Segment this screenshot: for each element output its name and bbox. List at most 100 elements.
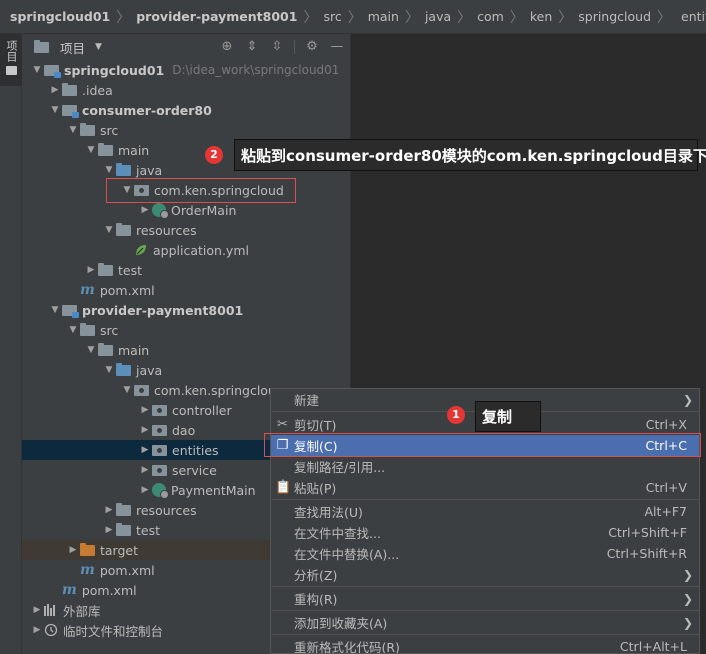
menu-divider <box>272 499 699 500</box>
chevron-right-icon[interactable]: ▶ <box>138 405 152 415</box>
tree-item-label: application.yml <box>153 242 249 258</box>
tree-item-provider-main[interactable]: ▼ main <box>22 340 351 360</box>
chevron-down-icon[interactable]: ▼ <box>84 345 98 355</box>
module-folder-icon <box>44 64 61 78</box>
menu-item-label: 在文件中查找... <box>294 526 381 541</box>
step-1-badge: 1 <box>447 406 465 424</box>
chevron-down-icon[interactable]: ▼ <box>102 165 116 175</box>
breadcrumb-item-src[interactable]: src <box>323 9 341 24</box>
chevron-right-icon[interactable]: ▶ <box>138 205 152 215</box>
menu-divider <box>272 634 699 635</box>
chevron-right-icon[interactable]: ▶ <box>66 545 80 555</box>
menu-item-find-usages[interactable]: 查找用法(U) Alt+F7 <box>271 501 699 522</box>
copy-item-highlight <box>264 433 701 457</box>
menu-item-label: 查找用法(U) <box>294 505 363 520</box>
tree-item-consumer-resources[interactable]: ▼ resources <box>22 220 351 240</box>
tree-item-label: java <box>136 162 163 178</box>
chevron-down-icon[interactable]: ▼ <box>120 385 134 395</box>
chevron-down-icon[interactable]: ▼ <box>48 105 62 115</box>
locate-icon[interactable]: ⊕ <box>219 39 235 55</box>
breadcrumb-item-com[interactable]: com <box>477 9 504 24</box>
breadcrumb-item-springcloud[interactable]: springcloud <box>578 9 651 24</box>
chevron-right-icon[interactable]: ▶ <box>102 525 116 535</box>
chevron-down-icon[interactable]: ▼ <box>102 365 116 375</box>
tree-item-label: consumer-order80 <box>82 102 212 118</box>
chevron-right-icon[interactable]: ▶ <box>138 425 152 435</box>
collapse-all-icon[interactable]: ⇳ <box>269 39 285 55</box>
gear-icon[interactable]: ⚙ <box>304 39 320 55</box>
chevron-down-icon[interactable]: ▼ <box>84 145 98 155</box>
submenu-arrow-icon: ❯ <box>682 567 693 582</box>
menu-item-find-in-files[interactable]: 在文件中查找... Ctrl+Shift+F <box>271 522 699 543</box>
chevron-right-icon[interactable]: ▶ <box>84 265 98 275</box>
project-view-selector[interactable]: 项目 <box>60 38 85 57</box>
submenu-arrow-icon: ❯ <box>682 392 693 407</box>
chevron-right-icon[interactable]: ▶ <box>102 505 116 515</box>
chevron-down-icon[interactable]: ▼ <box>48 305 62 315</box>
package-icon <box>152 404 167 416</box>
tree-item-label: OrderMain <box>171 202 237 218</box>
menu-item-add-to-favorites[interactable]: 添加到收藏夹(A) ❯ <box>271 612 699 633</box>
menu-item-label: 粘贴(P) <box>294 481 337 496</box>
tree-item-consumer-src[interactable]: ▼ src <box>22 120 351 140</box>
spring-config-icon <box>136 245 146 255</box>
breadcrumb-item-ken[interactable]: ken <box>530 9 552 24</box>
excluded-folder-icon <box>80 542 95 556</box>
chevron-down-icon[interactable]: ▼ <box>66 125 80 135</box>
breadcrumb-item-entities[interactable]: entities <box>681 9 706 24</box>
menu-item-reformat-code[interactable]: 重新格式化代码(R) Ctrl+Alt+L <box>271 636 699 654</box>
chevron-down-icon[interactable]: ▼ <box>102 225 116 235</box>
caret-down-icon[interactable]: ▼ <box>95 42 102 52</box>
tree-item-consumer-test[interactable]: ▶ test <box>22 260 351 280</box>
tree-item-label: provider-payment8001 <box>82 302 244 318</box>
tree-item-springcloud01[interactable]: ▼ springcloud01 D:\idea_work\springcloud… <box>22 60 351 80</box>
chevron-right-icon[interactable]: ▶ <box>30 605 44 615</box>
expand-all-icon[interactable]: ⇕ <box>244 39 260 55</box>
menu-item-label: 重新格式化代码(R) <box>294 640 400 654</box>
menu-item-analyze[interactable]: 分析(Z) ❯ <box>271 564 699 585</box>
tree-item-label: entities <box>172 442 219 458</box>
tree-item-label: pom.xml <box>81 582 137 598</box>
breadcrumb-item-provider-payment8001[interactable]: provider-payment8001 <box>136 9 297 24</box>
menu-item-replace-in-files[interactable]: 在文件中替换(A)... Ctrl+Shift+R <box>271 543 699 564</box>
chevron-down-icon[interactable]: ▼ <box>30 65 44 75</box>
package-icon <box>152 444 167 456</box>
chevron-right-icon[interactable]: ▶ <box>48 85 62 95</box>
hide-icon[interactable]: — <box>329 39 345 55</box>
tree-item-target[interactable]: ▶ target <box>22 540 270 560</box>
tree-item-provider-payment8001[interactable]: ▼ provider-payment8001 <box>22 300 351 320</box>
tree-item-entities[interactable]: ▶ entities <box>22 440 270 460</box>
menu-item-copy-path[interactable]: 复制路径/引用... <box>271 456 699 477</box>
tree-item-application-yml[interactable]: application.yml <box>22 240 351 260</box>
folder-icon <box>98 262 113 276</box>
source-folder-icon <box>116 362 131 376</box>
tree-item-provider-java[interactable]: ▼ java <box>22 360 351 380</box>
tree-item-label: dao <box>172 422 196 438</box>
module-folder-icon <box>62 304 79 318</box>
breadcrumb-item-main[interactable]: main <box>368 9 399 24</box>
chevron-right-icon: 〉 <box>509 9 524 26</box>
menu-item-label: 在文件中替换(A)... <box>294 547 400 562</box>
breadcrumb-item-springcloud01[interactable]: springcloud01 <box>10 9 110 24</box>
tree-item-consumer-order80[interactable]: ▼ consumer-order80 <box>22 100 351 120</box>
tree-item-consumer-pom[interactable]: m pom.xml <box>22 280 351 300</box>
module-folder-icon <box>62 104 79 118</box>
tree-item-idea[interactable]: ▶ .idea <box>22 80 351 100</box>
tree-item-label: main <box>118 342 150 358</box>
source-folder-icon <box>116 162 131 176</box>
menu-item-label: 新建 <box>294 393 320 408</box>
menu-item-paste[interactable]: 📋 粘贴(P) Ctrl+V <box>271 477 699 498</box>
tree-item-order-main[interactable]: ▶ OrderMain <box>22 200 351 220</box>
breadcrumb-item-java[interactable]: java <box>425 9 451 24</box>
menu-item-refactor[interactable]: 重构(R) ❯ <box>271 588 699 609</box>
chevron-down-icon[interactable]: ▼ <box>66 325 80 335</box>
chevron-right-icon[interactable]: ▶ <box>138 465 152 475</box>
chevron-right-icon[interactable]: ▶ <box>138 445 152 455</box>
maven-icon: m <box>80 282 95 298</box>
callout-step-1: 复制 <box>475 401 541 432</box>
chevron-right-icon[interactable]: ▶ <box>138 485 152 495</box>
chevron-right-icon[interactable]: ▶ <box>30 625 44 635</box>
tree-item-provider-src[interactable]: ▼ src <box>22 320 351 340</box>
tree-item-label: resources <box>136 502 197 518</box>
project-tool-tab[interactable]: 项目 <box>0 34 22 86</box>
